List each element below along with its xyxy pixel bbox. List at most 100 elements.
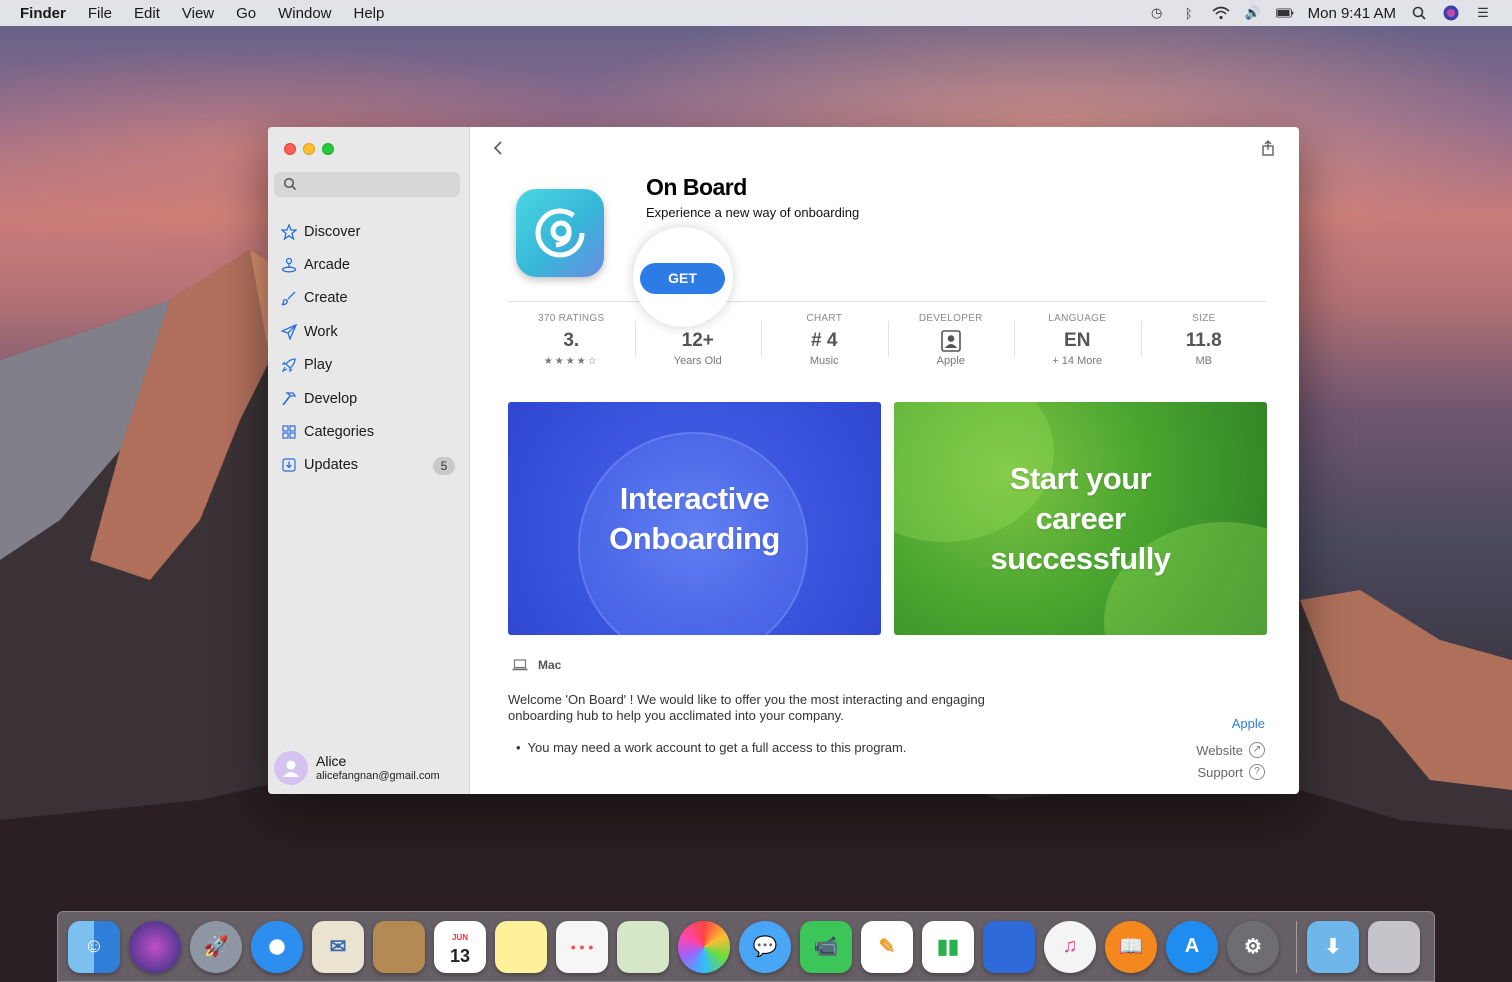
back-icon[interactable] [490, 139, 508, 157]
dock-facetime-icon[interactable]: 📹 [800, 920, 852, 973]
support-link[interactable]: Support ? [1196, 761, 1265, 783]
sidebar-item-discover[interactable]: Discover [268, 215, 470, 248]
account-name: Alice [316, 753, 347, 769]
menu-go[interactable]: Go [236, 5, 256, 22]
dock-launchpad-icon[interactable]: 🚀 [190, 920, 242, 973]
laptop-icon [512, 659, 528, 671]
sidebar-item-label: Work [304, 323, 338, 340]
menu-view[interactable]: View [182, 5, 214, 22]
minimize-button[interactable] [303, 143, 315, 155]
search-field[interactable] [274, 172, 460, 197]
developer-person-icon [940, 330, 961, 352]
dock-separator [1296, 920, 1297, 973]
caption-line: Onboarding [609, 520, 780, 556]
stat-value: 3. [563, 330, 580, 351]
dock-safari-icon[interactable] [251, 920, 303, 973]
question-icon: ? [1249, 764, 1265, 780]
dock-trash-icon[interactable] [1368, 920, 1420, 973]
menu-window[interactable]: Window [278, 5, 331, 22]
sidebar-item-label: Discover [304, 223, 361, 240]
sidebar-item-develop[interactable]: Develop [268, 382, 470, 415]
screenshot-caption: Interactive Onboarding [609, 479, 780, 559]
sidebar-item-play[interactable]: Play [268, 349, 470, 382]
stat-value: EN [1064, 330, 1091, 351]
menu-status-area: ◷ ᛒ 🔊 Mon 9:41 AM ☰ [1148, 5, 1492, 22]
share-icon[interactable] [1259, 139, 1277, 157]
dock-notes-icon[interactable] [495, 920, 547, 973]
dock-system-preferences-icon[interactable]: ⚙ [1227, 920, 1279, 973]
brush-icon [280, 289, 298, 307]
dock-finder-icon[interactable]: ☺ [68, 920, 120, 973]
stat-label: SIZE [1192, 313, 1216, 324]
dock-downloads-folder-icon[interactable]: ⬇ [1307, 920, 1359, 973]
dock-photos-icon[interactable] [678, 920, 730, 973]
menu-clock[interactable]: Mon 9:41 AM [1308, 5, 1396, 22]
wifi-icon[interactable] [1212, 6, 1230, 20]
developer-links: Apple Website ↗ Support ? [1196, 716, 1265, 783]
spotlight-icon[interactable] [1410, 6, 1428, 20]
dock-mail-icon[interactable]: ✉ [312, 920, 364, 973]
sidebar-item-categories[interactable]: Categories [268, 415, 470, 448]
dock-siri-icon[interactable] [129, 920, 181, 973]
joystick-icon [280, 256, 298, 274]
zoom-button[interactable] [322, 143, 334, 155]
dock-keynote-icon[interactable] [983, 920, 1035, 973]
menu-edit[interactable]: Edit [134, 5, 160, 22]
stat-sub: MB [1195, 355, 1213, 367]
app-store-window: Discover Arcade Create Work Play Develop [268, 127, 1299, 794]
sidebar-item-create[interactable]: Create [268, 282, 470, 315]
menu-help[interactable]: Help [354, 5, 385, 22]
screenshot-start-career[interactable]: Start your career successfully [894, 402, 1267, 635]
star-icon [280, 223, 298, 241]
app-description-bullet: • You may need a work account to get a f… [516, 740, 907, 755]
menu-bar: Finder File Edit View Go Window Help ◷ ᛒ… [0, 0, 1512, 26]
dock-ibooks-icon[interactable]: 📖 [1105, 920, 1157, 973]
updates-count-badge: 5 [433, 456, 455, 475]
menu-file[interactable]: File [88, 5, 112, 22]
dock-messages-icon[interactable]: 💬 [739, 920, 791, 973]
search-input[interactable] [300, 174, 455, 195]
dock-contacts-icon[interactable] [373, 920, 425, 973]
caption-line: career [1035, 500, 1126, 536]
sidebar-item-updates[interactable]: Updates 5 [268, 449, 470, 482]
get-button[interactable]: GET [640, 263, 725, 294]
volume-icon[interactable]: 🔊 [1244, 5, 1262, 20]
calendar-day: 13 [449, 945, 471, 966]
caption-line: Start your [1009, 460, 1152, 496]
sidebar: Discover Arcade Create Work Play Develop [268, 127, 470, 794]
app-subtitle: Experience a new way of onboarding [646, 205, 860, 220]
stat-label: LANGUAGE [1048, 313, 1107, 324]
dock-reminders-icon[interactable]: • • • [556, 920, 608, 973]
account-profile[interactable]: Alice alicefangnan@gmail.com [274, 751, 440, 785]
screenshot-interactive-onboarding[interactable]: Interactive Onboarding [508, 402, 881, 635]
close-button[interactable] [284, 143, 296, 155]
stat-label: CHART [806, 313, 843, 324]
stat-sub: Music [809, 355, 839, 367]
sidebar-item-work[interactable]: Work [268, 315, 470, 348]
menu-app-finder[interactable]: Finder [20, 5, 66, 22]
bluetooth-icon[interactable]: ᛒ [1180, 6, 1198, 21]
dock-app-store-icon[interactable]: A [1166, 920, 1218, 973]
dock-itunes-icon[interactable]: ♫ [1044, 920, 1096, 973]
sidebar-item-label: Develop [304, 390, 358, 407]
dock-calendar-icon[interactable]: JUN 13 [434, 920, 486, 973]
hammer-icon [280, 390, 298, 408]
dock-maps-icon[interactable] [617, 920, 669, 973]
person-icon [283, 760, 299, 777]
dock-numbers-icon[interactable]: ▮▮ [922, 920, 974, 973]
time-machine-icon[interactable]: ◷ [1148, 5, 1166, 20]
app-title: On Board [646, 174, 747, 200]
search-icon [283, 177, 297, 191]
website-link[interactable]: Website ↗ [1196, 739, 1265, 761]
sidebar-item-label: Play [304, 357, 333, 374]
dock-pages-icon[interactable]: ✎ [861, 920, 913, 973]
sidebar-item-arcade[interactable]: Arcade [268, 248, 470, 281]
account-email: alicefangnan@gmail.com [316, 770, 440, 782]
stat-value: 12+ [681, 330, 714, 351]
stat-size: SIZE 11.8 MB [1140, 313, 1268, 375]
notification-center-icon[interactable]: ☰ [1474, 5, 1492, 20]
developer-link[interactable]: Apple [1196, 716, 1265, 731]
siri-icon[interactable] [1442, 5, 1460, 21]
battery-icon[interactable] [1275, 6, 1294, 20]
stat-sub: + 14 More [1052, 355, 1103, 367]
